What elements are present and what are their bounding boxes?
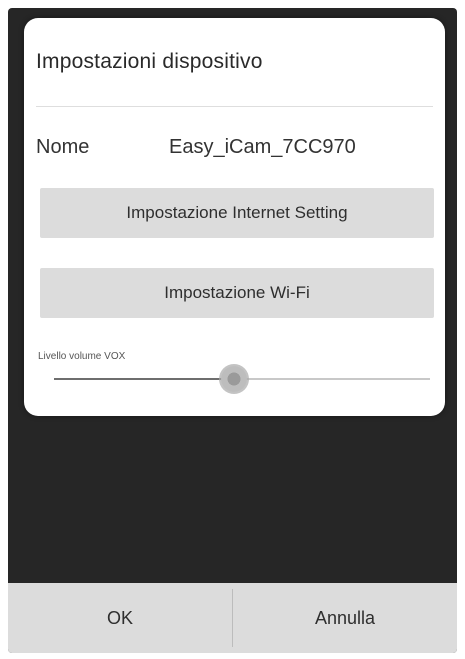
wifi-settings-button[interactable]: Impostazione Wi-Fi [40, 268, 434, 318]
ok-button[interactable]: OK [8, 583, 232, 653]
slider-thumb[interactable] [219, 364, 249, 394]
slider-fill [54, 378, 234, 380]
device-name-value: Easy_iCam_7CC970 [169, 136, 356, 158]
dialog-action-bar: OK Annulla [8, 583, 457, 653]
device-settings-dialog: Impostazioni dispositivo Nome Easy_iCam_… [24, 18, 445, 416]
dialog-title: Impostazioni dispositivo [36, 50, 263, 73]
device-screen: Impostazioni dispositivo Nome Easy_iCam_… [8, 8, 457, 653]
vox-volume-label: Livello volume VOX [38, 351, 126, 362]
cancel-button[interactable]: Annulla [233, 583, 457, 653]
internet-settings-button[interactable]: Impostazione Internet Setting [40, 188, 434, 238]
name-label: Nome [36, 136, 90, 158]
vox-volume-slider[interactable] [54, 364, 430, 394]
title-divider [36, 106, 433, 107]
